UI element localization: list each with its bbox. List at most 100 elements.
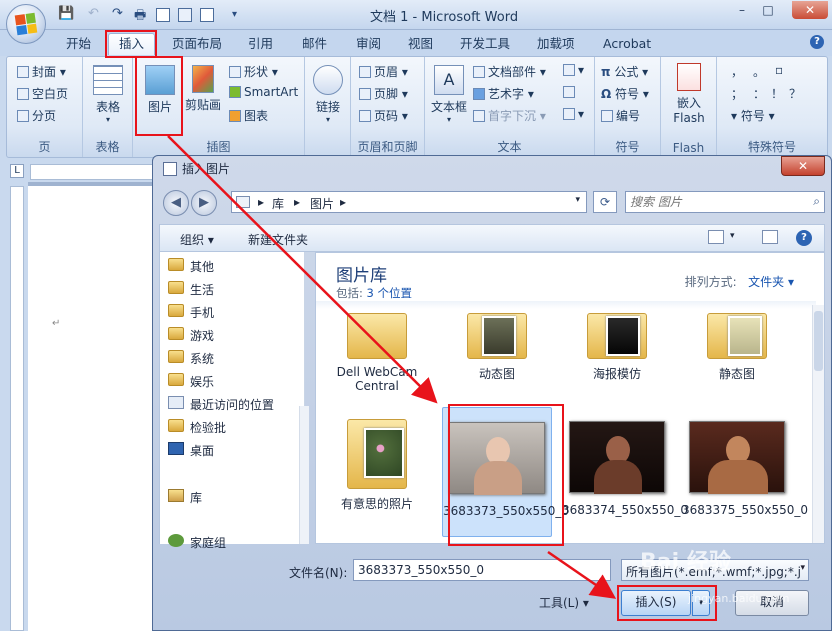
clipart-button[interactable]: 剪贴画 bbox=[183, 65, 223, 113]
image-tile[interactable]: 3683374_550x550_0 bbox=[562, 413, 688, 517]
page-break-button[interactable]: 分页 bbox=[17, 107, 56, 124]
refresh-button[interactable]: ⟳ bbox=[593, 191, 617, 213]
image-tool-icon[interactable] bbox=[178, 8, 192, 22]
more-symbols-icon[interactable]: ▫ bbox=[775, 63, 783, 77]
preview-pane-icon[interactable] bbox=[762, 230, 778, 244]
numbering-button[interactable]: 编号 bbox=[601, 107, 640, 124]
nav-item-life[interactable]: 生活 bbox=[168, 281, 214, 298]
signature-icon[interactable]: ▾ bbox=[563, 63, 584, 77]
nav-item-desktop[interactable]: 桌面 bbox=[168, 442, 214, 459]
wordart-button[interactable]: 艺术字 ▾ bbox=[473, 85, 534, 102]
date-time-icon[interactable] bbox=[563, 85, 578, 99]
vertical-ruler[interactable] bbox=[10, 186, 24, 631]
save-icon[interactable]: 💾 bbox=[58, 6, 74, 21]
format-painter-icon[interactable] bbox=[156, 8, 170, 22]
symbol-button[interactable]: Ω 符号 ▾ bbox=[601, 85, 649, 102]
file-list-scrollbar[interactable] bbox=[812, 305, 824, 543]
folder-tile[interactable]: Dell WebCam Central bbox=[322, 313, 432, 393]
tab-add-ins[interactable]: 加载项 bbox=[537, 34, 575, 56]
quick-print-icon[interactable] bbox=[200, 8, 214, 22]
symbol-comma[interactable]: ， bbox=[731, 63, 743, 80]
search-box[interactable]: ⌕ bbox=[625, 191, 825, 213]
drop-cap-button[interactable]: 首字下沉 ▾ bbox=[473, 107, 546, 124]
view-icon[interactable] bbox=[708, 230, 724, 244]
tools-button[interactable]: 工具(L) ▾ bbox=[539, 594, 589, 611]
back-button[interactable]: ◀ bbox=[163, 190, 189, 216]
symbol-colon[interactable]: ： bbox=[753, 85, 765, 102]
address-dropdown-icon[interactable]: ▾ bbox=[575, 195, 580, 205]
symbol-exclamation[interactable]: ！ bbox=[771, 85, 783, 102]
office-button[interactable] bbox=[6, 4, 46, 44]
nav-item-phone[interactable]: 手机 bbox=[168, 304, 214, 321]
nav-item-entertainment[interactable]: 娱乐 bbox=[168, 373, 214, 390]
nav-scrollbar[interactable] bbox=[299, 406, 309, 544]
table-button[interactable]: 表格 ▾ bbox=[89, 65, 127, 124]
object-icon[interactable]: ▾ bbox=[563, 107, 584, 121]
folder-tile[interactable]: 有意思的照片 bbox=[322, 413, 432, 512]
symbol-period[interactable]: 。 bbox=[753, 63, 765, 80]
tab-page-layout[interactable]: 页面布局 bbox=[172, 34, 222, 56]
search-icon[interactable]: ⌕ bbox=[813, 194, 820, 209]
header-button[interactable]: 页眉 ▾ bbox=[359, 63, 408, 80]
document-page[interactable]: ↵ bbox=[28, 186, 168, 631]
organize-button[interactable]: 组织 ▾ bbox=[180, 231, 214, 248]
forward-button[interactable]: ▶ bbox=[191, 190, 217, 216]
new-folder-button[interactable]: 新建文件夹 bbox=[248, 231, 308, 248]
tab-developer[interactable]: 开发工具 bbox=[460, 34, 510, 56]
page-number-button[interactable]: 页码 ▾ bbox=[359, 107, 408, 124]
quick-parts-button[interactable]: 文档部件 ▾ bbox=[473, 63, 546, 80]
dialog-close-button[interactable]: ✕ bbox=[781, 156, 825, 176]
filename-input[interactable]: 3683373_550x550_0 bbox=[353, 559, 611, 581]
nav-item-other[interactable]: 其他 bbox=[168, 258, 214, 275]
nav-item-system[interactable]: 系统 bbox=[168, 350, 214, 367]
nav-item-recent-places[interactable]: 最近访问的位置 bbox=[168, 396, 274, 413]
print-icon[interactable]: 🖶 bbox=[134, 6, 146, 28]
tab-view[interactable]: 视图 bbox=[408, 34, 433, 56]
embed-flash-button[interactable]: 嵌入 Flash bbox=[667, 63, 711, 125]
view-dropdown-icon[interactable]: ▾ bbox=[730, 231, 735, 241]
cover-page-button[interactable]: 封面 ▾ bbox=[17, 63, 66, 80]
textbox-button[interactable]: A 文本框 ▾ bbox=[429, 65, 469, 124]
tab-references[interactable]: 引用 bbox=[248, 34, 273, 56]
redo-icon[interactable]: ↷ bbox=[112, 6, 123, 21]
footer-button[interactable]: 页脚 ▾ bbox=[359, 85, 408, 102]
maximize-button[interactable]: □ bbox=[756, 1, 780, 19]
arrange-by-dropdown[interactable]: 文件夹 ▾ bbox=[748, 275, 794, 289]
help-icon[interactable]: ? bbox=[810, 35, 824, 49]
symbol-semicolon[interactable]: ； bbox=[731, 85, 743, 102]
tab-selector[interactable]: L bbox=[10, 164, 24, 178]
tab-review[interactable]: 审阅 bbox=[356, 34, 381, 56]
nav-item-inspection[interactable]: 检验批 bbox=[168, 419, 226, 436]
minimize-button[interactable]: – bbox=[730, 1, 754, 19]
tab-mailings[interactable]: 邮件 bbox=[302, 34, 327, 56]
horizontal-ruler[interactable] bbox=[30, 164, 160, 180]
image-tile[interactable]: 3683375_550x550_0 bbox=[682, 413, 808, 517]
folder-tile[interactable]: 动态图 bbox=[442, 313, 552, 382]
undo-icon[interactable]: ↶ bbox=[88, 6, 99, 21]
nav-item-games[interactable]: 游戏 bbox=[168, 327, 214, 344]
nav-item-libraries[interactable]: 库 bbox=[168, 489, 202, 506]
close-button[interactable]: ✕ bbox=[792, 1, 828, 19]
tab-home[interactable]: 开始 bbox=[66, 34, 91, 56]
equation-button[interactable]: π 公式 ▾ bbox=[601, 63, 648, 80]
tab-acrobat[interactable]: Acrobat bbox=[603, 34, 651, 56]
includes-locations-link[interactable]: 3 个位置 bbox=[367, 286, 412, 300]
shapes-button[interactable]: 形状 ▾ bbox=[229, 63, 278, 80]
folder-tile[interactable]: 海报模仿 bbox=[562, 313, 672, 382]
insert-special-symbol-button[interactable]: ▾ 符号 ▾ bbox=[731, 107, 775, 124]
symbol-question[interactable]: ？ bbox=[789, 85, 801, 102]
smartart-button[interactable]: SmartArt bbox=[229, 85, 298, 99]
breadcrumb-pictures[interactable]: 图片 bbox=[310, 195, 334, 212]
search-input[interactable] bbox=[630, 193, 800, 211]
folder-tile[interactable]: 静态图 bbox=[682, 313, 792, 382]
link-icon bbox=[313, 65, 343, 95]
breadcrumb-library[interactable]: 库 bbox=[272, 195, 284, 212]
customize-qat-icon[interactable]: ▾ bbox=[232, 9, 237, 20]
nav-item-homegroup[interactable]: 家庭组 bbox=[168, 534, 226, 551]
address-bar[interactable]: ▸ 库 ▸ 图片 ▸ ▾ bbox=[231, 191, 587, 213]
scroll-thumb[interactable] bbox=[814, 311, 823, 371]
links-button[interactable]: 链接 ▾ bbox=[311, 65, 345, 124]
chart-button[interactable]: 图表 bbox=[229, 107, 268, 124]
help-icon[interactable]: ? bbox=[796, 230, 812, 246]
blank-page-button[interactable]: 空白页 bbox=[17, 85, 68, 102]
